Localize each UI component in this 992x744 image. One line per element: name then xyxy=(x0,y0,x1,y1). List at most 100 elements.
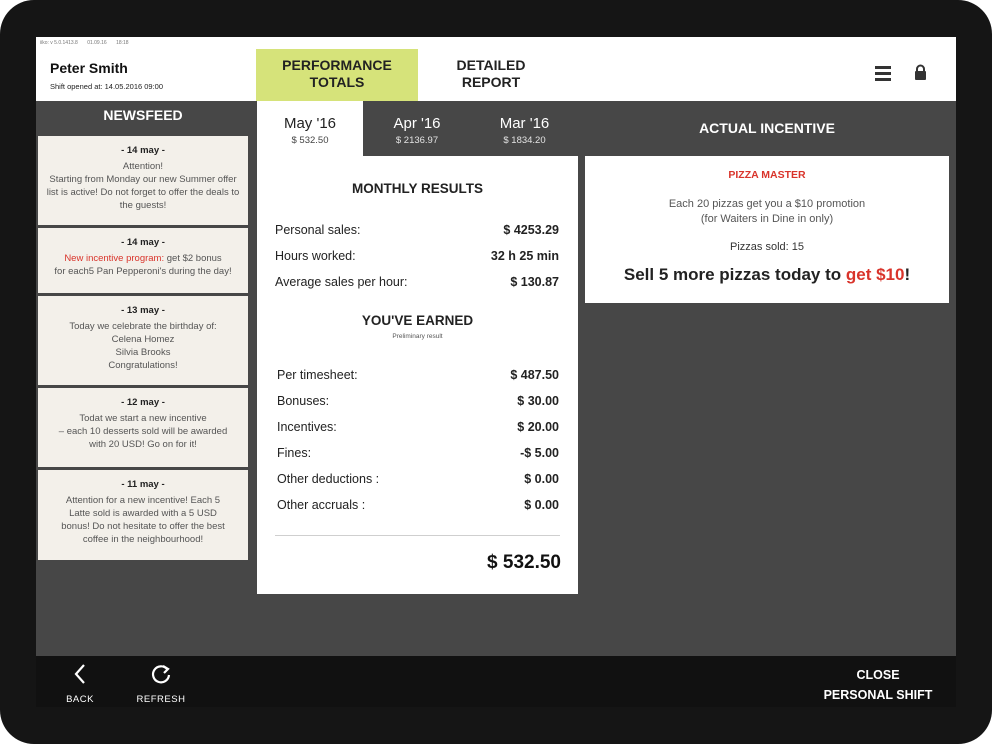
news-text: bonus! Do not hesitate to offer the best xyxy=(61,521,225,532)
news-item[interactable]: - 12 may - Todat we start a new incentiv… xyxy=(38,388,248,467)
news-text: – each 10 desserts sold will be awarded xyxy=(58,426,228,437)
news-text: New incentive program: get $2 bonus xyxy=(38,252,248,265)
personal-sales-value: $ 4253.29 xyxy=(503,223,559,237)
news-text: with 20 USD! Go on for it! xyxy=(89,439,197,450)
tab-detailed-line1: DETAILED xyxy=(456,57,526,73)
news-text: Attention for a new incentive! Each 5 xyxy=(65,495,221,506)
bonuses-label: Bonuses: xyxy=(277,394,330,408)
incentive-call-to-action: Sell 5 more pizzas today to get $10! xyxy=(585,265,949,285)
incentive-call-end: ! xyxy=(904,265,911,284)
news-item[interactable]: - 11 may - Attention for a new incentive… xyxy=(38,470,248,560)
month-total: $ 532.50 xyxy=(291,135,329,146)
earned-title: YOU'VE EARNED xyxy=(361,313,474,328)
earned-subtitle: Preliminary result xyxy=(392,333,443,340)
news-text: for each5 Pan Pepperoni's during the day… xyxy=(54,266,232,277)
bottom-bar: BACK REFRESH CLOSE PERSONAL SHIFT xyxy=(36,656,956,707)
tab-detailed-line2: REPORT xyxy=(461,74,521,90)
app-screen: iiko: v 5.0.1413.8 01.09.16 18:18 Peter … xyxy=(36,37,956,707)
incentives-label: Incentives: xyxy=(277,420,337,434)
back-label: BACK xyxy=(66,694,94,705)
news-date: - 11 may - xyxy=(121,479,165,490)
tab-detailed-report[interactable]: DETAILED REPORT xyxy=(418,49,564,101)
bonuses-value: $ 30.00 xyxy=(517,394,559,408)
status-version: iiko: v 5.0.1413.8 xyxy=(40,40,78,46)
incentive-description: Each 20 pizzas get you a $10 promotion (… xyxy=(585,197,949,227)
close-line1: CLOSE xyxy=(856,668,900,682)
fines-value: -$ 5.00 xyxy=(520,446,559,460)
news-date: - 14 may - xyxy=(121,145,165,156)
news-text: Starting from Monday our new Summer offe… xyxy=(49,174,237,185)
news-text-inline: get $2 bonus xyxy=(164,253,222,264)
news-text: Celena Homez xyxy=(111,334,175,345)
refresh-icon xyxy=(151,665,171,684)
month-total: $ 1834.20 xyxy=(503,135,546,146)
month-tab-may[interactable]: May '16 $ 532.50 xyxy=(257,101,363,156)
month-total: $ 2136.97 xyxy=(395,135,439,146)
news-date: - 12 may - xyxy=(121,397,165,408)
user-name: Peter Smith xyxy=(50,60,128,76)
status-date: 01.09.16 xyxy=(87,40,107,46)
shift-opened-text: Shift opened at: 14.05.2016 09:00 xyxy=(50,82,164,91)
status-bar: iiko: v 5.0.1413.8 01.09.16 18:18 xyxy=(36,37,956,49)
hours-worked-label: Hours worked: xyxy=(275,249,356,263)
news-text: Today we celebrate the birthday of: xyxy=(69,321,217,332)
fines-label: Fines: xyxy=(277,446,312,460)
pizzas-sold: Pizzas sold: 15 xyxy=(730,241,804,253)
monthly-results-title: MONTHLY RESULTS xyxy=(351,181,483,196)
news-text: Silvia Brooks xyxy=(115,347,171,358)
per-timesheet-value: $ 487.50 xyxy=(510,368,559,382)
tablet-frame: iiko: v 5.0.1413.8 01.09.16 18:18 Peter … xyxy=(0,0,992,744)
other-deductions-value: $ 0.00 xyxy=(524,472,559,486)
news-date: - 14 may - xyxy=(121,237,165,248)
other-deductions-label: Other deductions : xyxy=(277,472,380,486)
month-name: May '16 xyxy=(283,115,337,132)
tab-performance-line1: PERFORMANCE xyxy=(282,57,392,73)
news-text: Attention! xyxy=(122,161,164,172)
per-timesheet-label: Per timesheet: xyxy=(277,368,358,382)
news-text: coffee in the neighbourhood! xyxy=(82,534,204,545)
total-divider xyxy=(275,535,560,536)
close-personal-shift-button[interactable]: CLOSE PERSONAL SHIFT xyxy=(816,665,940,705)
incentive-desc-line2: (for Waiters in Dine in only) xyxy=(700,213,834,225)
month-tab-mar[interactable]: Mar '16 $ 1834.20 xyxy=(471,101,578,156)
refresh-button[interactable]: REFRESH xyxy=(136,663,186,705)
other-accruals-value: $ 0.00 xyxy=(524,498,559,512)
status-time: 18:18 xyxy=(116,40,129,46)
month-name: Apr '16 xyxy=(393,115,441,132)
news-date: - 13 may - xyxy=(121,305,165,316)
news-item[interactable]: - 13 may - Today we celebrate the birthd… xyxy=(38,296,248,385)
news-item[interactable]: - 14 may - New incentive program: get $2… xyxy=(38,228,248,293)
incentive-call-highlight: get $10 xyxy=(845,265,905,284)
results-panel: MONTHLY RESULTS Personal sales: $ 4253.2… xyxy=(257,156,578,594)
news-text: list is active! Do not forget to offer t… xyxy=(46,187,240,198)
incentive-name: PIZZA MASTER xyxy=(728,169,806,181)
tab-performance-line2: TOTALS xyxy=(309,74,365,90)
tab-performance-totals[interactable]: PERFORMANCE TOTALS xyxy=(256,49,418,101)
incentive-call-text: Sell 5 more pizzas today to xyxy=(623,265,846,284)
newsfeed-title: NEWSFEED xyxy=(103,107,183,123)
avg-sales-label: Average sales per hour: xyxy=(275,275,408,289)
incentives-value: $ 20.00 xyxy=(517,420,559,434)
incentive-card: PIZZA MASTER Each 20 pizzas get you a $1… xyxy=(585,156,949,303)
avg-sales-value: $ 130.87 xyxy=(510,275,559,289)
news-highlight: New incentive program: xyxy=(64,253,165,264)
back-button[interactable]: BACK xyxy=(60,663,100,705)
chevron-left-icon xyxy=(74,664,85,684)
hours-worked-value: 32 h 25 min xyxy=(490,249,559,263)
news-text: Congratulations! xyxy=(108,360,178,371)
personal-sales-label: Personal sales: xyxy=(275,223,361,237)
header-bar: Peter Smith Shift opened at: 14.05.2016 … xyxy=(36,49,956,101)
actual-incentive-title: ACTUAL INCENTIVE xyxy=(699,120,835,136)
month-tab-apr[interactable]: Apr '16 $ 2136.97 xyxy=(363,101,471,156)
close-line2: PERSONAL SHIFT xyxy=(823,688,933,702)
news-text: Latte sold is awarded with a 5 USD xyxy=(69,508,217,519)
earned-total: $ 532.50 xyxy=(487,552,561,573)
refresh-label: REFRESH xyxy=(136,694,186,705)
news-item[interactable]: - 14 may - Attention! Starting from Mond… xyxy=(38,136,248,225)
incentive-desc-line1: Each 20 pizzas get you a $10 promotion xyxy=(668,198,866,210)
news-text: the guests! xyxy=(119,200,167,211)
month-name: Mar '16 xyxy=(499,115,550,132)
news-text: Todat we start a new incentive xyxy=(79,413,207,424)
lock-icon[interactable] xyxy=(914,64,927,81)
hamburger-menu-icon[interactable] xyxy=(875,66,891,81)
